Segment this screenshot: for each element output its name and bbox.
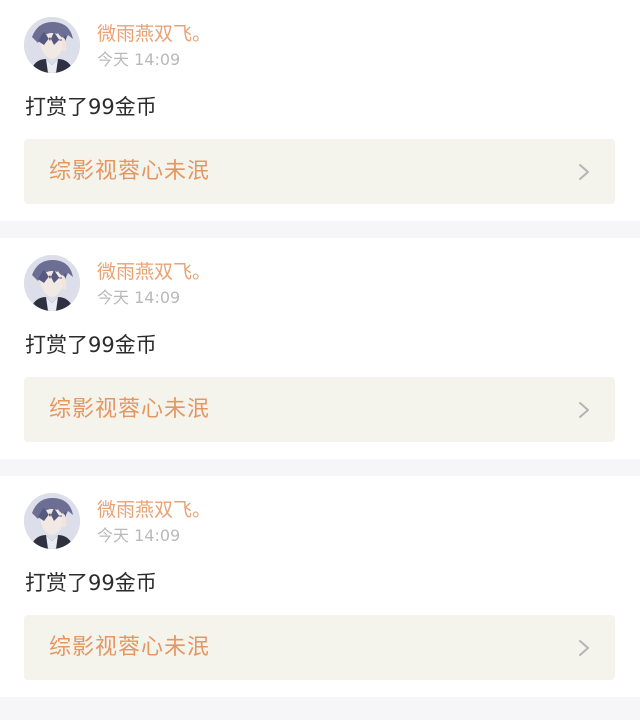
timestamp: 今天 14:09 <box>97 50 181 69</box>
username[interactable]: 微雨燕双飞。 <box>97 22 211 46</box>
book-link[interactable]: 综影视蓉心未泯 <box>24 377 615 442</box>
timestamp: 今天 14:09 <box>97 288 181 307</box>
avatar[interactable] <box>24 493 80 549</box>
book-title: 综影视蓉心未泯 <box>49 397 211 422</box>
book-title: 综影视蓉心未泯 <box>49 635 211 660</box>
reward-feed: 微雨燕双飞。 今天 14:09 打赏了99金币 综影视蓉心未泯 微雨燕双飞。 今… <box>0 0 640 697</box>
username[interactable]: 微雨燕双飞。 <box>97 260 211 284</box>
reward-card: 微雨燕双飞。 今天 14:09 打赏了99金币 综影视蓉心未泯 <box>0 476 640 697</box>
username[interactable]: 微雨燕双飞。 <box>97 498 211 522</box>
chevron-right-icon <box>579 164 589 180</box>
timestamp: 今天 14:09 <box>97 526 181 545</box>
reward-message: 打赏了99金币 <box>25 571 157 595</box>
reward-message: 打赏了99金币 <box>25 95 157 119</box>
reward-message: 打赏了99金币 <box>25 333 157 357</box>
chevron-right-icon <box>579 402 589 418</box>
reward-card: 微雨燕双飞。 今天 14:09 打赏了99金币 综影视蓉心未泯 <box>0 238 640 459</box>
chevron-right-icon <box>579 640 589 656</box>
avatar[interactable] <box>24 17 80 73</box>
book-link[interactable]: 综影视蓉心未泯 <box>24 139 615 204</box>
book-link[interactable]: 综影视蓉心未泯 <box>24 615 615 680</box>
reward-card: 微雨燕双飞。 今天 14:09 打赏了99金币 综影视蓉心未泯 <box>0 0 640 221</box>
avatar[interactable] <box>24 255 80 311</box>
book-title: 综影视蓉心未泯 <box>49 159 211 184</box>
